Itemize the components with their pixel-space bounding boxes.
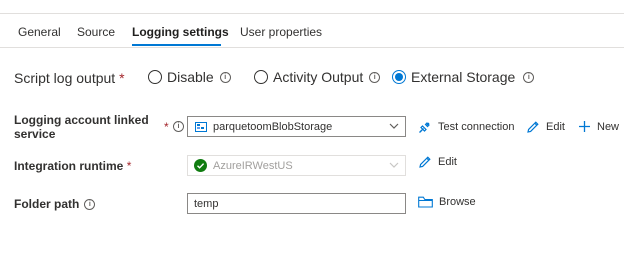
tab-source[interactable]: Source [77,25,115,39]
integration-runtime-label: Integration runtime * [14,159,131,173]
folder-path-input[interactable] [187,193,406,214]
linked-service-value: parquetoomBlobStorage [213,120,333,133]
pencil-icon [527,121,539,133]
new-linked-service-button[interactable]: New [578,120,619,133]
browse-button[interactable]: Browse [418,196,476,208]
active-tab-indicator [132,44,221,46]
integration-runtime-value: AzureIRWestUS [213,159,293,172]
script-log-output-label: Script log output * [14,70,125,86]
chevron-down-icon [389,162,399,168]
required-mark: * [164,120,169,134]
chevron-down-icon [389,123,399,129]
info-icon: i [523,71,535,83]
logging-account-label-line2: service [14,127,56,141]
pencil-icon [419,156,431,168]
storage-icon [195,121,207,132]
info-icon: i [84,198,96,210]
radio-button-selected[interactable] [392,70,406,84]
test-connection-label: Test connection [438,121,515,133]
info-icon: i [219,71,231,83]
radio-activity-output-label: Activity Output [273,69,364,85]
tab-logging-settings[interactable]: Logging settings [132,25,229,39]
info-icon: i [173,121,184,132]
check-circle-icon [194,159,207,172]
radio-disable[interactable]: Disable i [148,67,231,87]
tab-general[interactable]: General [18,25,61,39]
radio-button[interactable] [254,70,268,84]
edit-label: Edit [546,121,565,133]
logging-account-label: Logging account linked service [14,113,149,141]
browse-label: Browse [439,196,476,208]
integration-runtime-dropdown[interactable]: AzureIRWestUS [187,155,406,176]
radio-disable-label: Disable [167,69,214,85]
required-mark: * [119,70,125,86]
radio-external-storage-label: External Storage [411,69,516,85]
folder-path-label: Folder path i [14,197,96,211]
radio-activity-output[interactable]: Activity Output i [254,67,381,87]
required-mark: * [126,159,132,173]
test-connection-button[interactable]: Test connection [418,120,514,134]
script-log-output-label-text: Script log output [14,70,116,86]
radio-external-storage[interactable]: External Storage i [392,67,535,87]
logging-account-label-line1: Logging account linked [14,113,149,127]
plus-icon [579,121,590,132]
linked-service-dropdown[interactable]: parquetoomBlobStorage [187,116,406,137]
tab-bar: General Source Logging settings User pro… [0,14,624,48]
edit-linked-service-button[interactable]: Edit [526,120,565,134]
integration-runtime-label-text: Integration runtime [14,159,124,173]
plug-icon [419,122,430,133]
folder-icon [418,196,433,208]
tab-user-properties[interactable]: User properties [240,25,322,39]
folder-path-label-text: Folder path [14,197,80,211]
edit-integration-runtime-button[interactable]: Edit [418,155,457,169]
info-icon: i [369,71,381,83]
radio-button[interactable] [148,70,162,84]
new-label: New [597,120,620,133]
edit-label: Edit [438,156,457,168]
